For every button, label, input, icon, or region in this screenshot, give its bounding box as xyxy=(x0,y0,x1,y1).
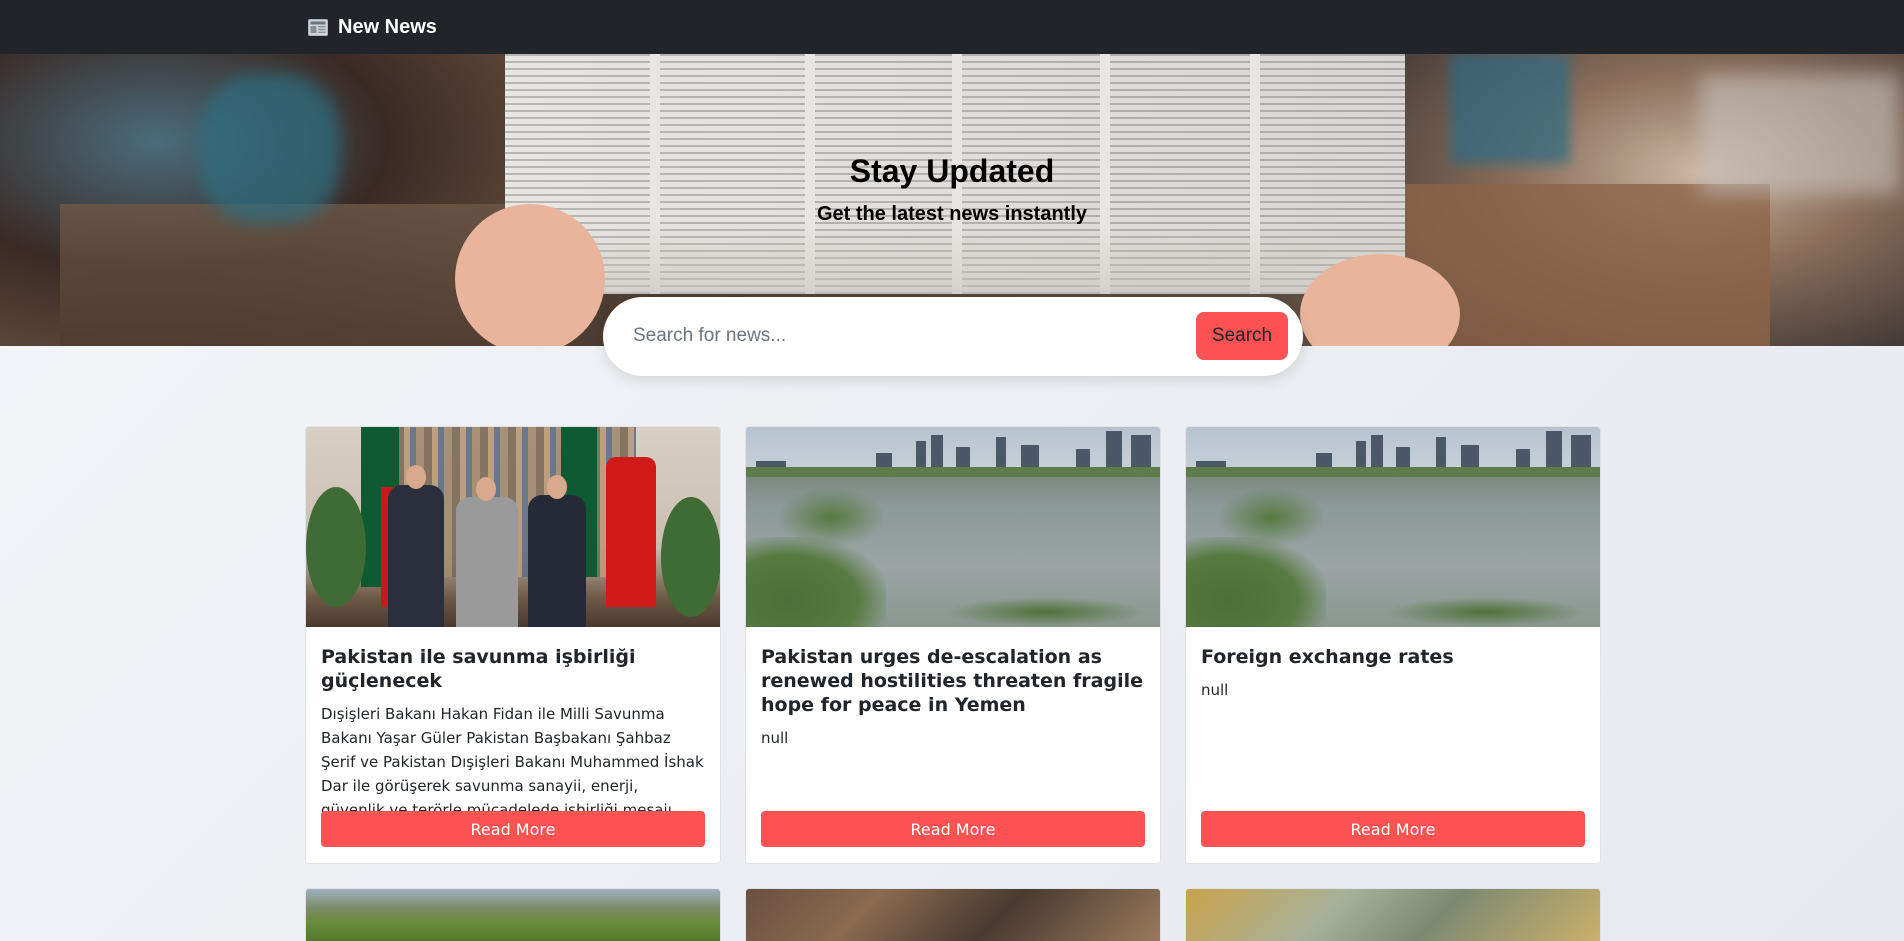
news-card-description: null xyxy=(1201,681,1229,699)
hero-title: Stay Updated xyxy=(849,153,1055,189)
image-detail xyxy=(606,457,656,607)
news-card-image xyxy=(1186,427,1600,627)
image-detail xyxy=(547,475,567,499)
image-detail xyxy=(946,597,1146,627)
image-detail xyxy=(1386,597,1586,627)
image-detail xyxy=(746,537,886,627)
image-detail xyxy=(406,465,426,489)
news-card-body: Pakistan urges de-escalation as renewed … xyxy=(761,645,1145,750)
image-detail xyxy=(776,487,886,547)
image-detail xyxy=(746,467,1160,477)
hero-subtitle: Get the latest news instantly xyxy=(816,203,1088,225)
image-detail xyxy=(528,495,586,627)
news-card-title: Pakistan urges de-escalation as renewed … xyxy=(761,646,1144,716)
hero-bg-shape xyxy=(1450,54,1570,164)
read-more-button[interactable]: Read More xyxy=(321,811,705,847)
read-more-button[interactable]: Read More xyxy=(761,811,1145,847)
search-input[interactable] xyxy=(633,311,1173,361)
image-detail xyxy=(1186,467,1600,477)
navbar: New News xyxy=(0,0,1904,54)
news-card-image xyxy=(306,427,720,627)
news-card xyxy=(1185,888,1601,941)
news-card-description: null xyxy=(761,729,789,747)
news-card: Pakistan urges de-escalation as renewed … xyxy=(745,426,1161,864)
image-detail xyxy=(661,497,720,617)
news-card xyxy=(305,888,721,941)
news-card-image xyxy=(1186,889,1600,941)
image-detail xyxy=(306,487,366,607)
news-card: Pakistan ile savunma işbirliği güçlenece… xyxy=(305,426,721,864)
newspaper-fade xyxy=(505,224,1405,294)
news-card-image xyxy=(746,427,1160,627)
image-detail xyxy=(456,497,518,627)
brand-label: New News xyxy=(338,15,437,38)
image-detail xyxy=(388,485,444,627)
read-more-button[interactable]: Read More xyxy=(1201,811,1585,847)
news-card-body: Foreign exchange rates null xyxy=(1201,645,1585,702)
brand-link[interactable]: New News xyxy=(308,0,437,54)
news-card: Foreign exchange rates null Read More xyxy=(1185,426,1601,864)
image-detail xyxy=(476,477,496,501)
news-card-title: Pakistan ile savunma işbirliği güçlenece… xyxy=(321,646,636,692)
image-detail xyxy=(1216,487,1326,547)
newspaper-icon xyxy=(308,18,328,36)
news-card-image xyxy=(306,889,720,941)
hero-bg-shape xyxy=(200,74,340,224)
search-bar: Search xyxy=(603,297,1303,376)
news-card xyxy=(745,888,1161,941)
news-card-image xyxy=(746,889,1160,941)
news-card-title: Foreign exchange rates xyxy=(1201,646,1454,668)
image-detail xyxy=(1186,537,1326,627)
search-button[interactable]: Search xyxy=(1196,312,1288,360)
